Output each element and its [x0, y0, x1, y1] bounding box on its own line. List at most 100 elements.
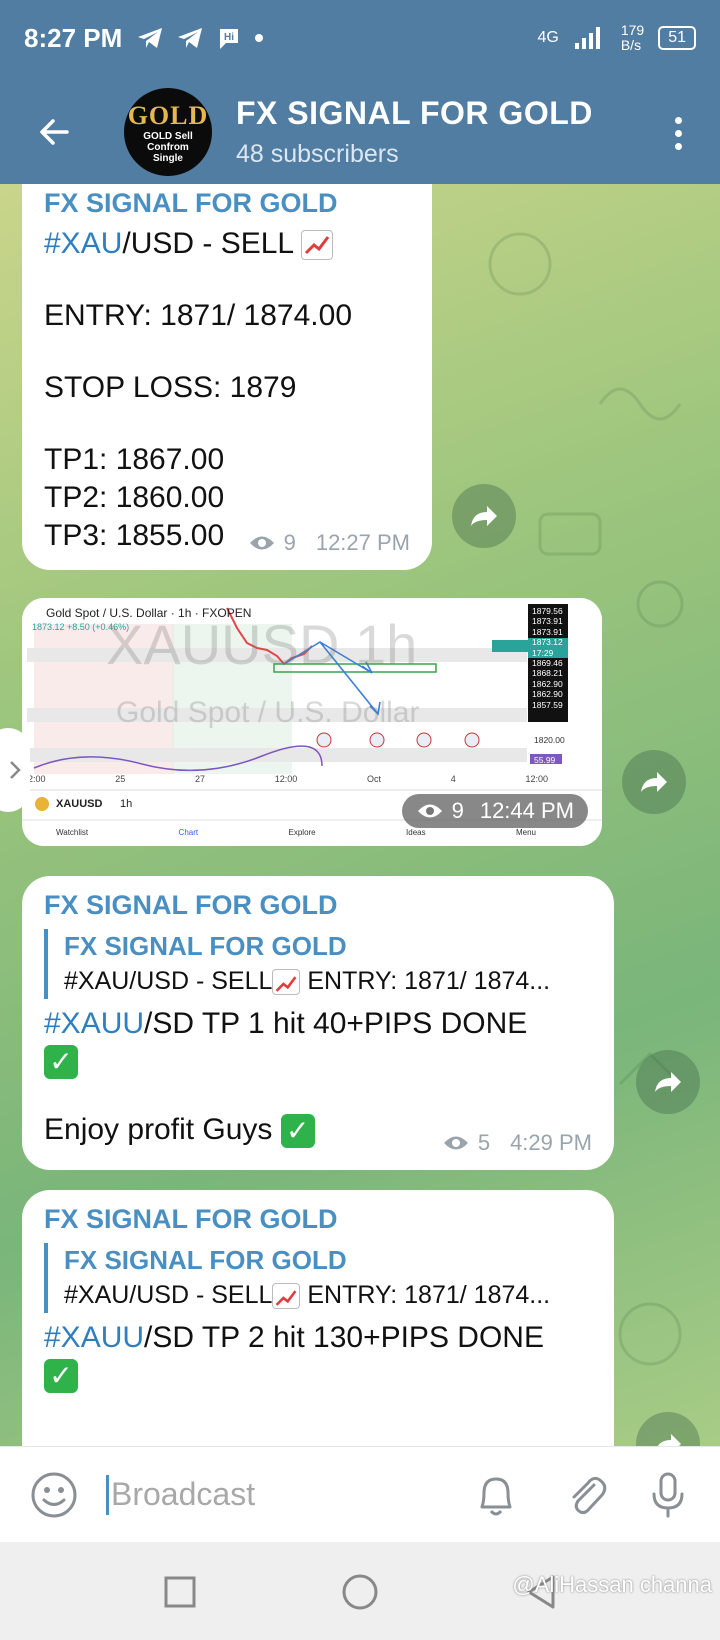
- message-bubble[interactable]: FX SIGNAL FOR GOLD FX SIGNAL FOR GOLD #X…: [22, 1190, 614, 1446]
- share-arrow-icon: [657, 1434, 681, 1446]
- quote-title: FX SIGNAL FOR GOLD: [64, 931, 347, 961]
- notification-icons: Hi: [136, 25, 264, 51]
- arrow-left-icon: [40, 119, 69, 145]
- eye-icon: [249, 536, 274, 550]
- check-mark-icon: ✓: [44, 1045, 78, 1079]
- price-label-1820: 1820.00: [534, 735, 565, 745]
- attach-button[interactable]: [554, 1463, 618, 1527]
- message-sender: FX SIGNAL FOR GOLD: [44, 1204, 338, 1234]
- quote-title: FX SIGNAL FOR GOLD: [64, 1245, 347, 1275]
- dot-icon: [674, 116, 682, 124]
- photo-meta: 9 12:44 PM: [401, 794, 588, 828]
- check-mark-icon: ✓: [280, 1114, 315, 1149]
- tp1-line: TP1: 1867.00: [44, 443, 225, 476]
- circle-icon: [342, 1574, 378, 1610]
- x-axis-labels: 2:00 25 27 12:00 Oct 4 12:00: [28, 774, 548, 784]
- price-scale: 1879.56 1873.91 1873.91 1873.12 17:29 1869.46…: [532, 606, 563, 710]
- bell-icon: [480, 1477, 512, 1515]
- message-sender: FX SIGNAL FOR GOLD: [44, 188, 338, 218]
- telegram-icon: [138, 28, 163, 48]
- message-meta: 9 12:27 PM: [248, 530, 410, 556]
- chart-watermark-subtitle: Gold Spot / U.S. Dollar: [116, 696, 420, 729]
- message-time: 4:29 PM: [510, 1130, 592, 1155]
- telegram-icon: [178, 28, 203, 48]
- scroll-edge-handle[interactable]: [0, 728, 30, 812]
- square-icon: [164, 1576, 196, 1608]
- data-speed: 179 B/s: [620, 22, 645, 53]
- voice-message-button[interactable]: [636, 1463, 700, 1527]
- message-time: 12:27 PM: [315, 530, 410, 555]
- share-arrow-icon: [655, 1072, 681, 1092]
- hashtag-link[interactable]: #XAU: [44, 227, 122, 260]
- microphone-icon: [652, 1472, 684, 1517]
- message-sender: FX SIGNAL FOR GOLD: [44, 890, 338, 920]
- chart-increasing-emoji-icon: [272, 1283, 301, 1310]
- chart-photo-message[interactable]: Gold Spot / U.S. Dollar · 1h · FXOPEN 18…: [22, 598, 602, 846]
- back-button[interactable]: [24, 102, 84, 162]
- view-count: 9: [451, 798, 464, 823]
- status-bar: 8:27 PM Hi 4G 179 B/s 51: [24, 18, 696, 58]
- dot-icon: [674, 142, 682, 150]
- channel-header: GOLD GOLD Sell Confrom Single FX SIGNAL …: [0, 84, 720, 180]
- input-placeholder: Broadcast: [111, 1476, 256, 1512]
- reply-quote[interactable]: FX SIGNAL FOR GOLD #XAU/USD - SELL ENTRY…: [44, 1243, 600, 1313]
- dot-icon: [674, 129, 682, 137]
- entry-line: ENTRY: 1871/ 1874.00: [44, 299, 352, 332]
- battery-icon: 51: [658, 26, 696, 50]
- app-header-area: 8:27 PM Hi 4G 179 B/s 51 GOLD GOLD Sell …: [0, 0, 720, 184]
- chart-bottom-tabs: Watchlist Chart Explore Ideas Menu: [56, 828, 536, 837]
- signal-icon: [574, 27, 600, 49]
- notification-toggle-button[interactable]: [464, 1463, 528, 1527]
- chart-symbol: XAUUSD: [56, 798, 103, 810]
- text-caret: [106, 1474, 109, 1515]
- chart-interval: 1h: [120, 798, 133, 810]
- more-menu-button[interactable]: [658, 108, 698, 158]
- share-arrow-icon: [641, 772, 667, 792]
- message-input-bar: Broadcast: [0, 1446, 720, 1542]
- signal-text: /USD - SELL: [122, 227, 293, 260]
- view-count: 5: [477, 1130, 491, 1155]
- network-label: 4G: [537, 29, 559, 46]
- eye-icon: [417, 804, 442, 818]
- tp-hit-line: #XAUU/SD TP 2 hit 130+PIPS DONE: [44, 1321, 544, 1354]
- dot-icon: [255, 34, 264, 42]
- subscriber-count: 48 subscribers: [236, 140, 399, 168]
- status-time: 8:27 PM: [24, 22, 123, 53]
- check-mark-icon: ✓: [44, 1359, 78, 1393]
- price-label-rsi: 55.99: [534, 755, 556, 765]
- paperclip-icon: [572, 1476, 607, 1514]
- hi-app-icon: Hi: [220, 29, 239, 49]
- hashtag-link[interactable]: #XAUU: [44, 1007, 144, 1040]
- forward-button[interactable]: [452, 484, 516, 548]
- message-bubble[interactable]: FX SIGNAL FOR GOLD #XAU/USD - SELL ENTRY…: [22, 184, 432, 570]
- hashtag-link[interactable]: #XAUU: [44, 1321, 144, 1354]
- recents-button[interactable]: [150, 1562, 210, 1622]
- view-count: 9: [283, 530, 296, 555]
- message-time: 12:44 PM: [479, 798, 574, 823]
- home-button[interactable]: [330, 1562, 390, 1622]
- broadcast-input[interactable]: Broadcast: [106, 1465, 436, 1525]
- avatar-caption: GOLD Sell Confrom Single: [143, 130, 193, 164]
- smiley-icon: [31, 1472, 77, 1517]
- chat-area[interactable]: FX SIGNAL FOR GOLD #XAU/USD - SELL ENTRY…: [0, 184, 720, 1446]
- share-arrow-icon: [471, 506, 497, 526]
- chart-increasing-emoji-icon: [272, 969, 301, 996]
- tp-hit-line: #XAUU/SD TP 1 hit 40+PIPS DONE: [44, 1007, 528, 1040]
- channel-title: FX SIGNAL FOR GOLD: [236, 95, 593, 131]
- eye-icon: [443, 1136, 468, 1150]
- status-right: 4G 179 B/s 51: [537, 22, 696, 53]
- channel-info[interactable]: FX SIGNAL FOR GOLD 48 subscribers: [236, 95, 593, 169]
- message-bubble[interactable]: FX SIGNAL FOR GOLD FX SIGNAL FOR GOLD #X…: [22, 876, 614, 1170]
- forward-button[interactable]: [622, 750, 686, 814]
- forward-button[interactable]: [636, 1050, 700, 1114]
- channel-avatar[interactable]: GOLD GOLD Sell Confrom Single: [124, 88, 212, 176]
- watermark-text: @AliHassan channa: [512, 1572, 712, 1597]
- tp2-line: TP2: 1860.00: [44, 481, 225, 514]
- quote-body: #XAU/USD - SELL ENTRY: 1871/ 1874...: [64, 1281, 551, 1310]
- stop-loss-line: STOP LOSS: 1879: [44, 371, 297, 404]
- message-line-signal: #XAU/USD - SELL: [44, 225, 352, 263]
- reply-quote[interactable]: FX SIGNAL FOR GOLD #XAU/USD - SELL ENTRY…: [44, 929, 600, 999]
- emoji-button[interactable]: [22, 1463, 86, 1527]
- chevron-right-icon: [10, 761, 21, 779]
- quote-body: #XAU/USD - SELL ENTRY: 1871/ 1874...: [64, 967, 551, 996]
